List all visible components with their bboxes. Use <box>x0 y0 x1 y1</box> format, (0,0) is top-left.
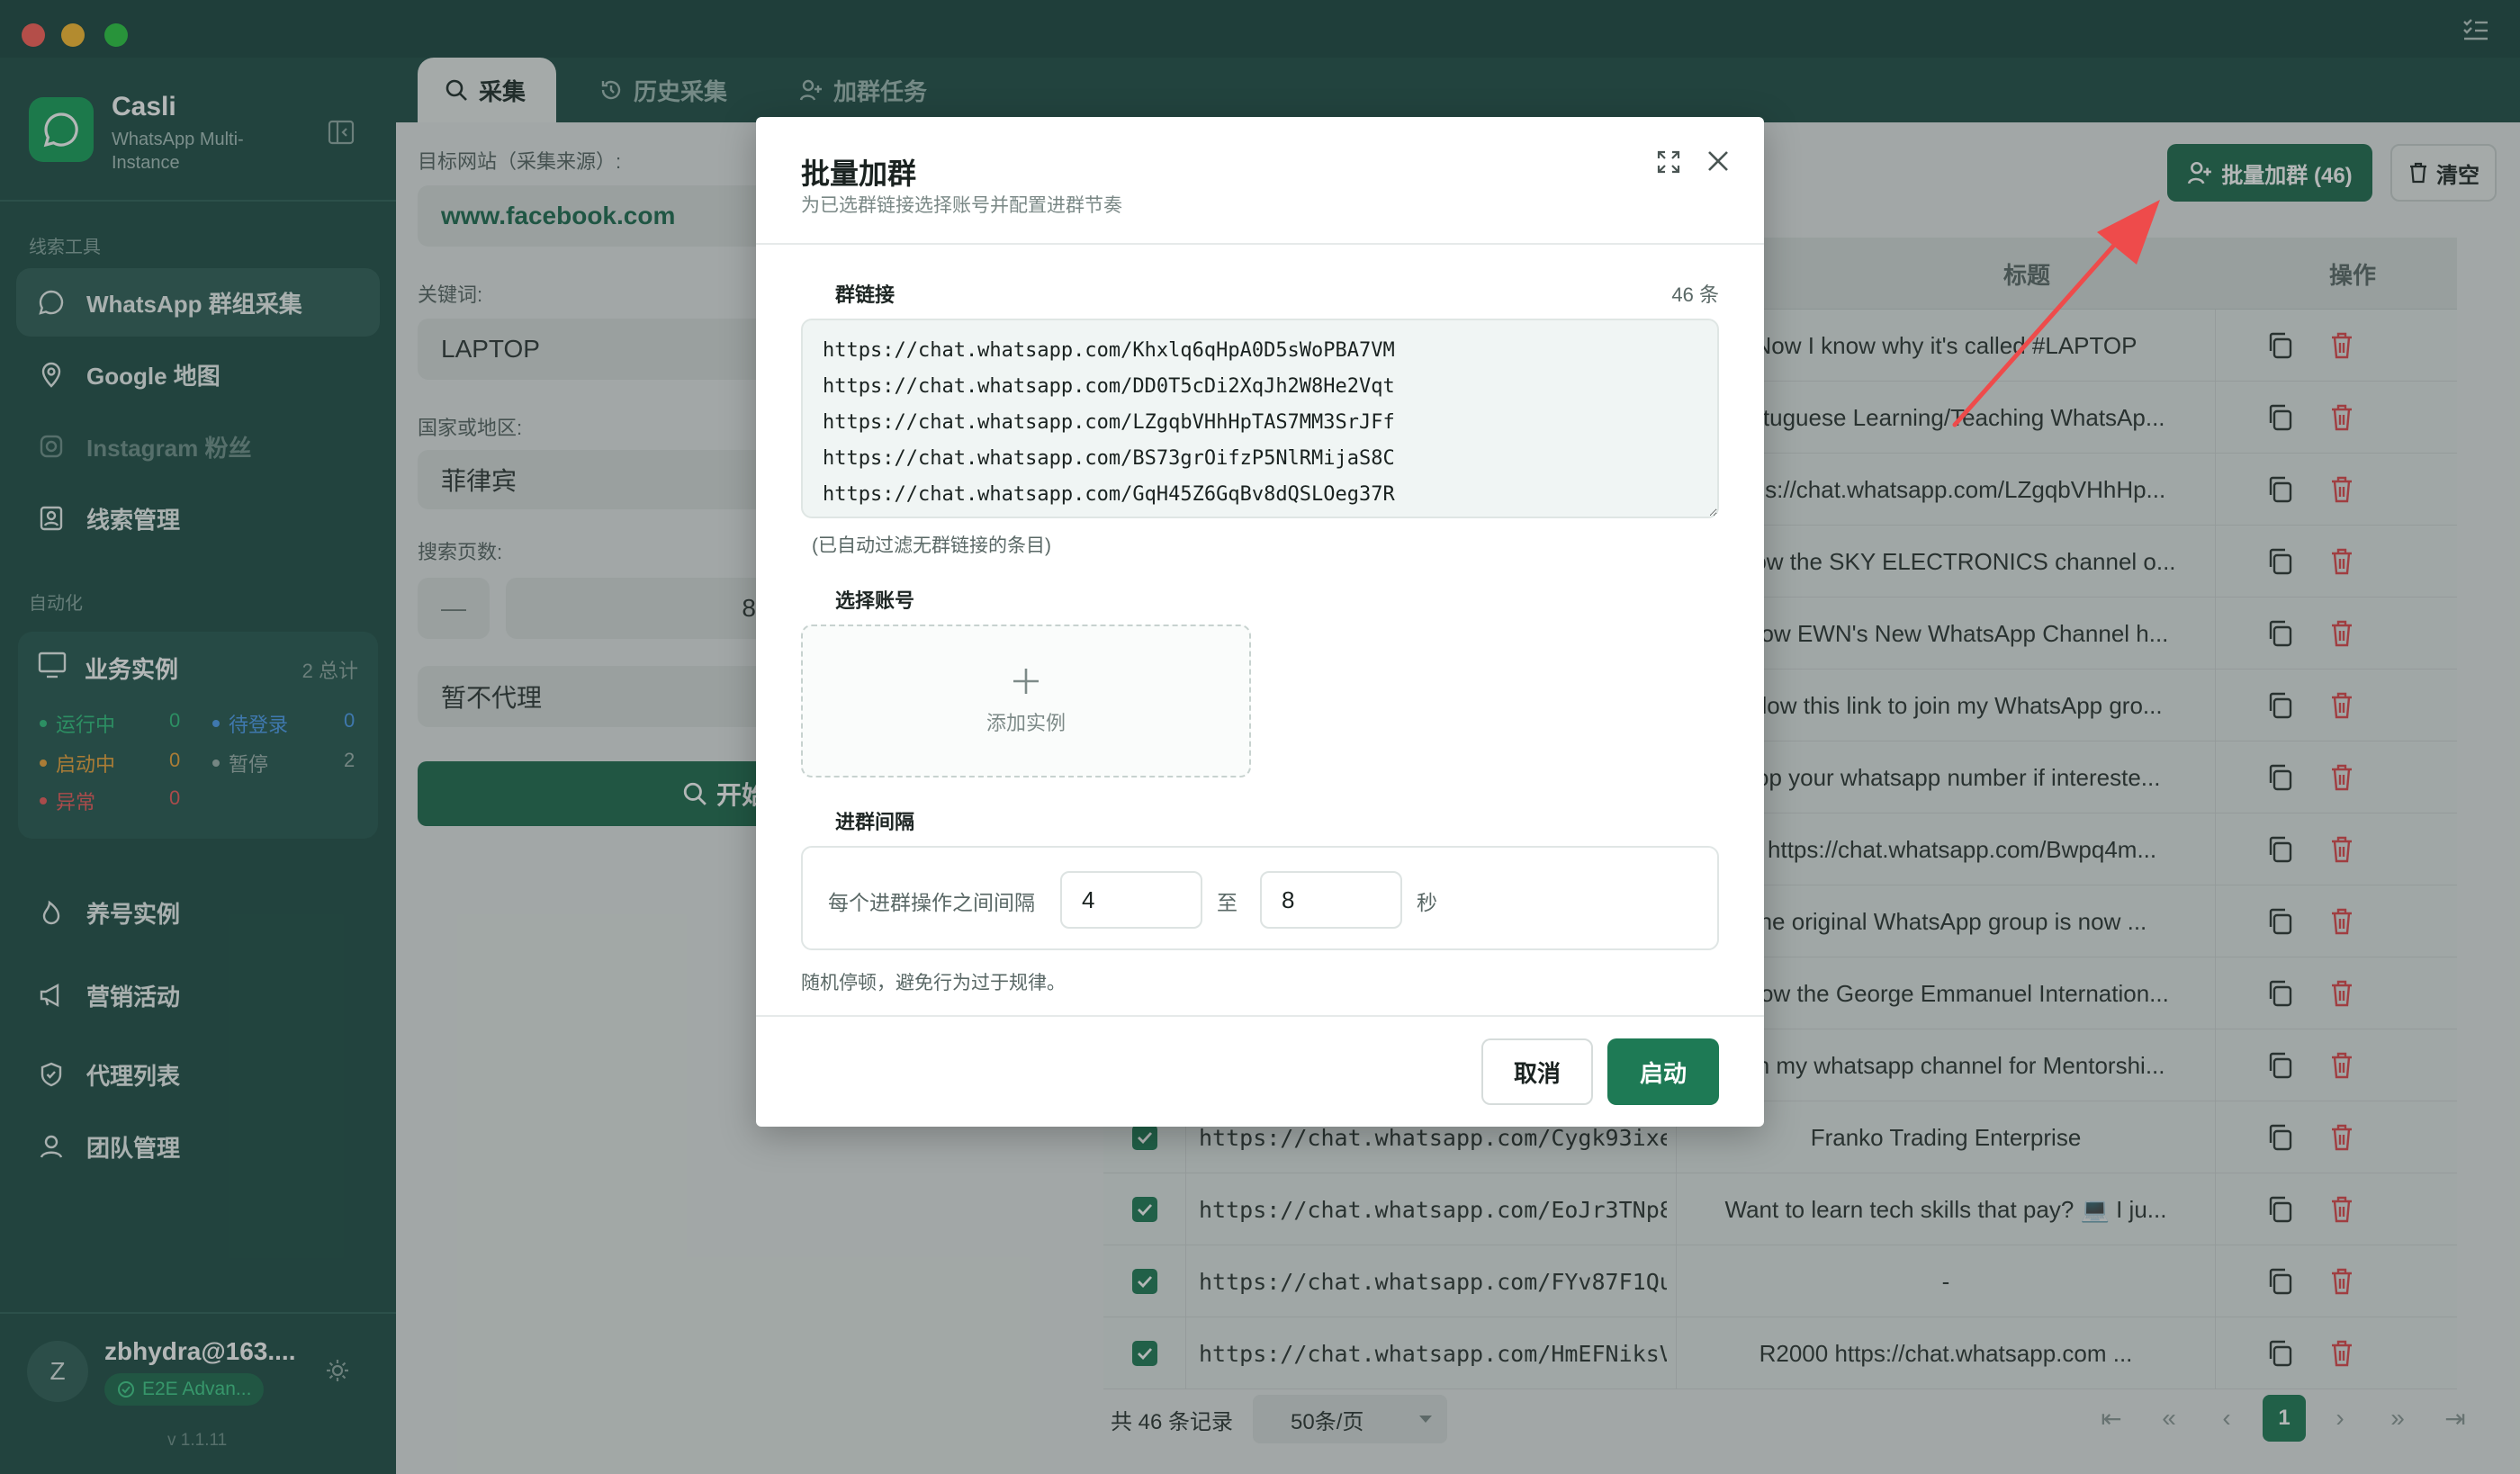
add-instance-button[interactable]: 添加实例 <box>801 625 1251 777</box>
modal-title: 批量加群 <box>801 157 917 190</box>
links-count: 46 条 <box>1671 283 1719 306</box>
modal-header-divider <box>756 243 1764 245</box>
cancel-button[interactable]: 取消 <box>1481 1038 1593 1105</box>
interval-box: 每个进群操作之间间隔 4 至 8 秒 <box>801 846 1719 950</box>
start-join-button[interactable]: 启动 <box>1607 1038 1719 1105</box>
modal-footer-divider <box>756 1015 1764 1017</box>
links-textarea[interactable]: https://chat.whatsapp.com/Khxlq6qHpA0D5s… <box>801 319 1719 518</box>
annotation-arrow <box>1952 200 2160 427</box>
annotation-arrow-shaft <box>1952 231 2127 427</box>
modal-subtitle: 为已选群链接选择账号并配置进群节奏 <box>801 195 1122 216</box>
batch-join-modal: 批量加群 为已选群链接选择账号并配置进群节奏 群链接 46 条 https://… <box>756 117 1764 1127</box>
account-label: 选择账号 <box>835 589 915 612</box>
interval-min-input[interactable]: 4 <box>1060 871 1202 929</box>
close-icon[interactable] <box>1706 149 1730 173</box>
interval-to: 至 <box>1217 891 1238 914</box>
interval-unit: 秒 <box>1417 891 1437 914</box>
plus-icon <box>1013 669 1039 694</box>
links-label: 群链接 <box>835 283 896 306</box>
interval-label: 进群间隔 <box>835 811 915 833</box>
interval-hint: 随机停顿，避免行为过于规律。 <box>801 973 1066 993</box>
filter-note: (已自动过滤无群链接的条目) <box>812 535 1051 556</box>
interval-max-input[interactable]: 8 <box>1260 871 1402 929</box>
expand-icon[interactable] <box>1656 149 1681 175</box>
add-instance-label: 添加实例 <box>986 712 1066 734</box>
interval-prefix: 每个进群操作之间间隔 <box>828 891 1035 914</box>
